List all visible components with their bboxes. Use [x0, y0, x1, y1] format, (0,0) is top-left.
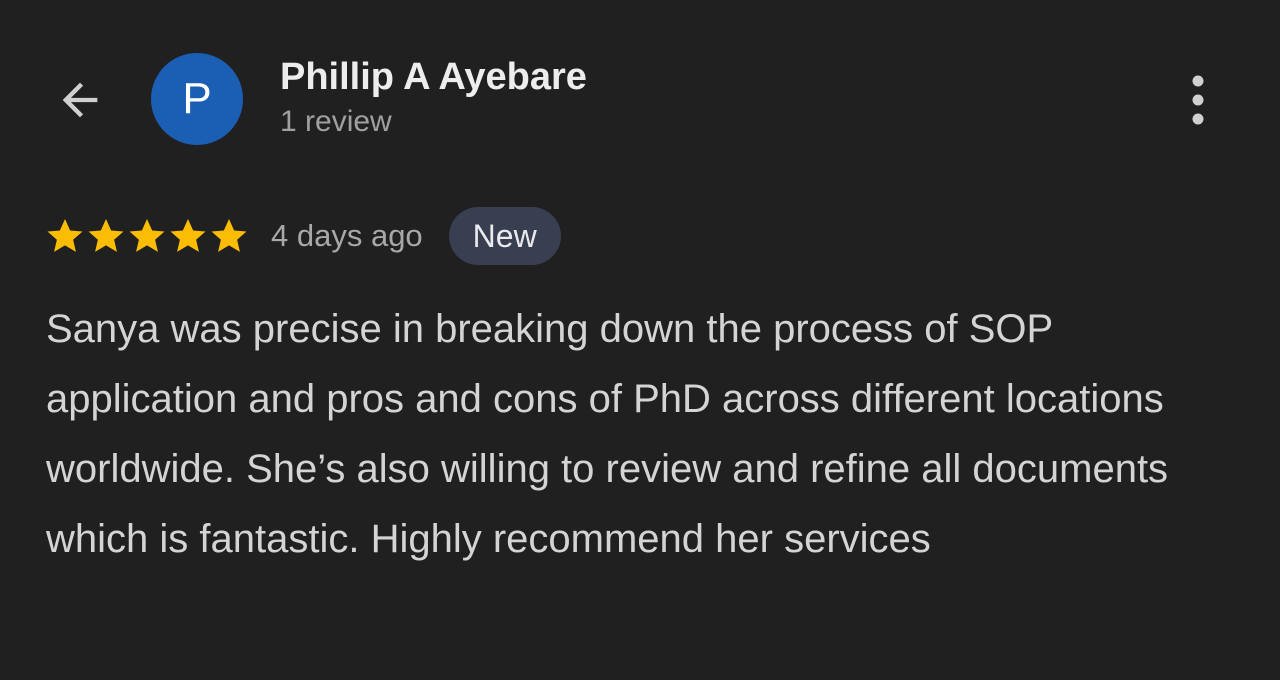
back-button[interactable] [48, 68, 112, 132]
star-icon [129, 219, 165, 252]
review-time: 4 days ago [271, 218, 423, 253]
star-icon [211, 219, 247, 252]
avatar-letter: P [182, 74, 212, 123]
review-text: Sanya was precise in breaking down the p… [46, 307, 1169, 561]
review-screen: P Phillip A Ayebare 1 review 4 days ago … [0, 0, 1280, 680]
star-icon [88, 219, 124, 252]
rating-row: 4 days ago New [45, 207, 561, 265]
star-rating [45, 216, 249, 256]
arrow-back-icon [62, 82, 98, 118]
more-vert-icon [1192, 75, 1204, 125]
avatar[interactable]: P [151, 53, 243, 145]
star-icon [170, 219, 206, 252]
new-badge: New [448, 207, 561, 265]
star-icon [47, 219, 83, 252]
more-options-button[interactable] [1170, 68, 1226, 132]
review-count: 1 review [280, 105, 392, 138]
reviewer-name[interactable]: Phillip A Ayebare [280, 55, 587, 99]
